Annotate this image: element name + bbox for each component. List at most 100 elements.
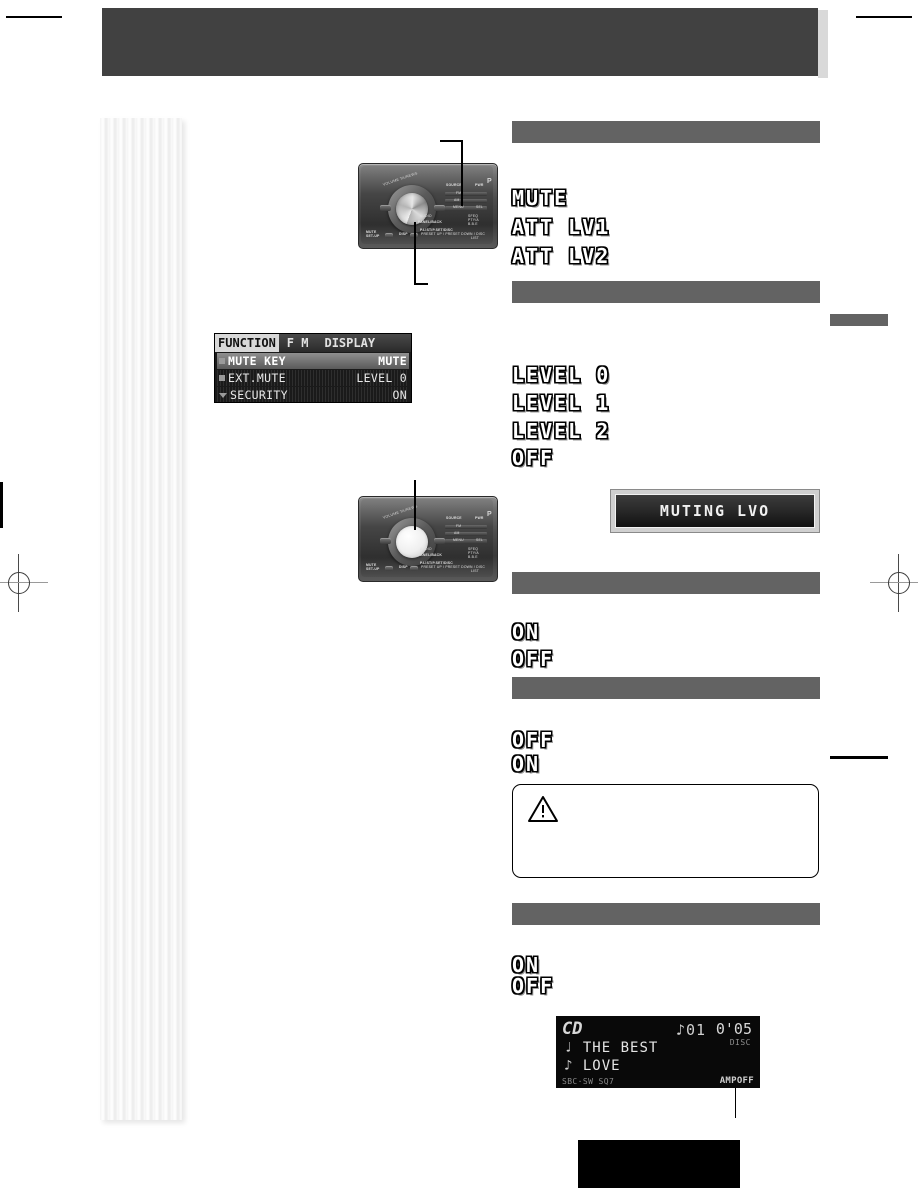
head-unit-bottom-list-label: LIST [471,569,479,573]
option-off-3: OFF [512,728,555,752]
option-off-4: OFF [512,974,555,998]
head-unit-bottom-sel-text: SEL [476,538,484,542]
cd-title-line-1: ♩ THE BEST [564,1040,658,1056]
function-row-mute-key[interactable]: MUTE KEY MUTE [217,353,409,369]
head-unit-bottom-panelback-label: PANEL/BACK [418,553,442,557]
crop-mark-top-left [6,16,62,18]
function-row-mute-key-label: MUTE KEY [228,354,286,368]
cd-track-number: ♪01 [676,1021,707,1039]
function-row-security-value: ON [392,388,407,402]
option-mute: MUTE [512,186,569,210]
head-unit-top-pwr-label: PWR [475,183,484,187]
callout-line-top-vertical [461,140,463,206]
cd-track-number-value: 01 [686,1021,707,1039]
head-unit-bottom-brand-mark: P [487,511,492,518]
head-unit-top-source-label: SOURCE [446,183,462,187]
cd-source-label: CD [562,1019,583,1039]
section-heading-security [512,572,820,594]
function-tab-fm[interactable]: F M [279,334,317,352]
head-unit-bottom-sfeq-label: SFEQ PTY/A B.B.E [468,547,479,559]
bullet-icon [219,375,225,381]
cd-title-line-2-text: LOVE [582,1058,621,1074]
bullet-icon [219,358,225,364]
section-heading-mute-key [512,121,820,143]
head-unit-top-sfeq-label: SFEQ PTY/A B.B.E [468,214,479,226]
option-off-1: OFF [512,446,555,470]
option-level-1: LEVEL 1 [512,391,611,415]
head-unit-bottom-band-row [445,525,487,529]
head-unit-bottom-left-button[interactable] [380,538,391,544]
head-unit-top-list-label: LIST [471,236,479,240]
head-unit-bottom: VOLUME TA/NEWS SOURCE PWR FM AM MENU SEL… [358,496,498,582]
head-unit-bottom-disp-button[interactable] [410,566,418,571]
function-row-mute-key-value: MUTE [378,354,407,368]
head-unit-top-band-row [445,192,487,196]
head-unit-top-menu-text: MENU [453,205,464,209]
option-att-lv2: ATT LV2 [512,244,611,268]
eighth-note-icon: ♪ [564,1058,574,1074]
section-heading-last [512,903,820,925]
callout-line-bottom-unit [414,480,416,530]
function-menu-display: FUNCTION F M DISPLAY MUTE KEY MUTE EXT.M… [214,333,412,403]
registration-mark-left [0,554,48,612]
muting-level-display: MUTING LVO [610,489,820,533]
function-tab-display[interactable]: DISPLAY [316,334,383,352]
registration-mark-right [870,554,918,612]
cd-elapsed-time: 0'05 [715,1020,752,1038]
muting-level-screen: MUTING LVO [615,494,815,528]
head-unit-bottom-disp-label: DISP [399,565,408,569]
head-unit-top-audio-label: AUDIO [420,214,432,218]
head-unit-top-right-button[interactable] [434,205,445,211]
callout-line-knob-vertical [414,222,416,284]
section-heading-ext-mute [512,281,820,303]
caution-box [512,784,819,878]
cd-sound-indicators: SBC·SW SQ7 [562,1077,615,1086]
head-unit-bottom-menu-row [445,532,487,536]
option-att-lv1: ATT LV1 [512,215,611,239]
cd-playback-display: CD ♪01 0'05 DISC ♩ THE BEST ♪ LOVE SBC·S… [556,1016,760,1088]
head-unit-bottom-mute-button[interactable] [385,566,393,571]
head-unit-top-panelback-label: PANEL/BACK [418,220,442,224]
cd-disc-label: DISC [729,1038,751,1047]
header-band-shadow [818,10,828,78]
function-row-security[interactable]: SECURITY ON [217,387,409,402]
head-unit-bottom-pwr-label: PWR [475,516,484,520]
option-level-2: LEVEL 2 [512,419,611,443]
cd-title-line-2: ♪ LOVE [564,1058,621,1074]
callout-line-amp-indicator [735,1088,736,1118]
callout-line-knob-horizontal [414,283,428,285]
option-on-2: ON [512,752,541,776]
side-tab-rule-left [0,482,3,528]
head-unit-top-am-label: AM [454,198,460,202]
head-unit-bottom-right-button[interactable] [434,538,445,544]
chevron-down-icon [219,392,227,398]
callout-line-top-horizontal [440,140,462,142]
head-unit-top-sel-text: SEL [476,205,484,209]
function-menu-tabs: FUNCTION F M DISPLAY [215,334,411,352]
function-row-ext-mute-value: LEVEL 0 [356,371,407,385]
head-unit-top-left-button[interactable] [380,205,391,211]
head-unit-bottom-source-label: SOURCE [446,516,462,520]
side-tab-marker-lower [830,756,888,759]
header-band [102,8,818,76]
function-row-ext-mute[interactable]: EXT.MUTE LEVEL 0 [217,370,409,386]
head-unit-bottom-audio-label: AUDIO [420,547,432,551]
function-tab-selected[interactable]: FUNCTION [215,334,279,352]
option-level-0: LEVEL 0 [512,363,611,387]
cd-amp-indicator: AMPOFF [719,1076,754,1086]
section-heading-amp [512,677,820,699]
head-unit-top-brand-mark: P [487,178,492,185]
head-unit-bottom-fm-label: FM [456,524,462,528]
head-unit-top: VOLUME TA/NEWS SOURCE PWR FM AM MENU SEL… [358,163,498,249]
side-tab-marker-upper [830,314,888,326]
head-unit-bottom-am-label: AM [454,531,460,535]
left-striped-panel [100,118,182,1120]
option-on-1: ON [512,620,541,644]
music-note-icon: ♩ [564,1040,574,1056]
page-footer-block [578,1140,740,1188]
head-unit-top-menu-row [445,199,487,203]
head-unit-top-mute-button[interactable] [385,233,393,238]
head-unit-bottom-mute-label: MUTE SET-UP [366,563,380,571]
cd-title-line-1-text: THE BEST [582,1040,659,1056]
warning-triangle-icon [528,796,558,822]
